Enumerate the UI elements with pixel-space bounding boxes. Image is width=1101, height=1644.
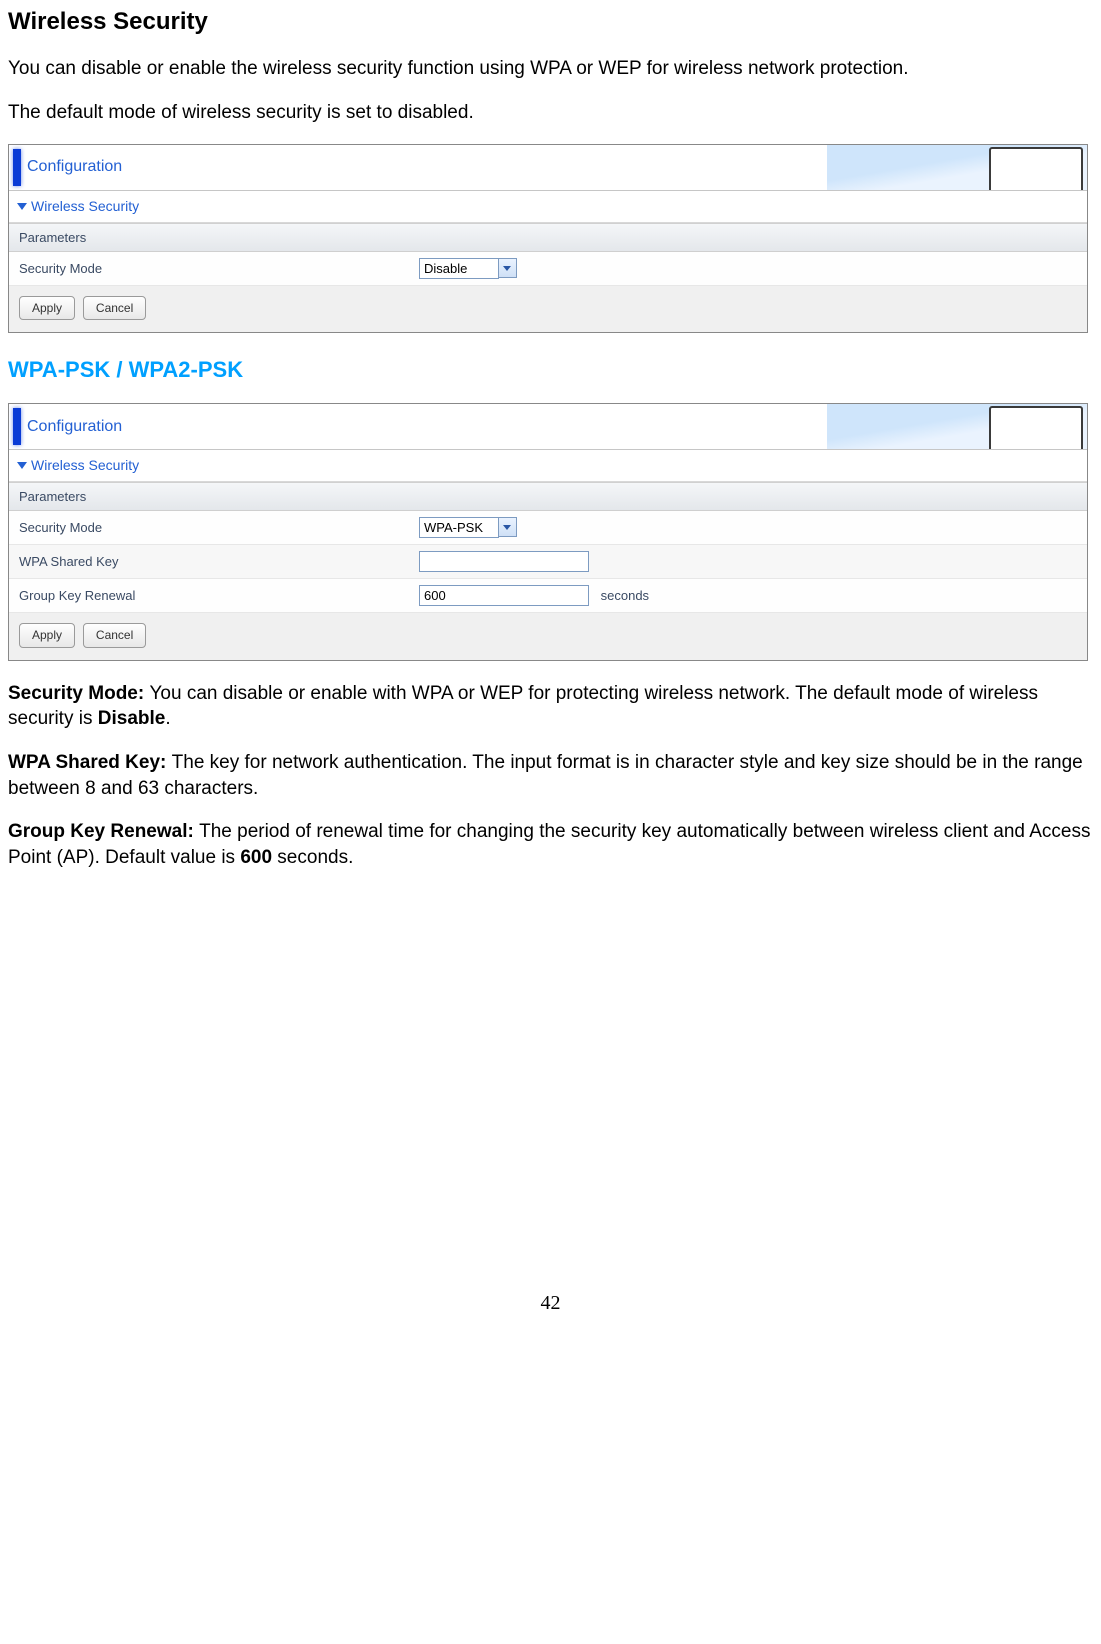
section-header-wireless-security[interactable]: Wireless Security: [9, 450, 1087, 482]
section-title: Wireless Security: [31, 456, 139, 475]
config-panel-wpa: Configuration Wireless Security Paramete…: [8, 403, 1088, 661]
security-mode-label: Security Mode: [9, 511, 409, 545]
wpa-shared-key-term: WPA Shared Key:: [8, 752, 172, 773]
chevron-down-icon[interactable]: [499, 258, 517, 278]
decorative-laptop-art: [827, 404, 1087, 449]
cancel-button[interactable]: Cancel: [83, 296, 146, 320]
security-mode-description: Security Mode: You can disable or enable…: [8, 681, 1093, 732]
group-key-renewal-input[interactable]: [419, 585, 589, 606]
chevron-down-icon[interactable]: [499, 517, 517, 537]
title-accent-bar: [13, 408, 21, 445]
table-row: Group Key Renewal seconds: [9, 579, 1087, 613]
wpa-shared-key-input[interactable]: [419, 551, 589, 572]
subsection-heading-wpa-psk: WPA-PSK / WPA2-PSK: [8, 355, 1093, 385]
page-title: Wireless Security: [8, 6, 1093, 38]
wpa-shared-key-description: WPA Shared Key: The key for network auth…: [8, 750, 1093, 801]
security-mode-term: Security Mode:: [8, 683, 149, 704]
section-title: Wireless Security: [31, 197, 139, 216]
default-value-disable: Disable: [98, 708, 166, 729]
chevron-down-icon: [17, 462, 27, 469]
section-header-wireless-security[interactable]: Wireless Security: [9, 191, 1087, 223]
group-key-renewal-label: Group Key Renewal: [9, 579, 409, 613]
security-mode-cell: [409, 511, 1087, 545]
form-button-row: Apply Cancel: [9, 286, 1087, 332]
parameters-header: Parameters: [9, 223, 1087, 253]
form-button-row: Apply Cancel: [9, 613, 1087, 659]
intro-paragraph-2: The default mode of wireless security is…: [8, 100, 1093, 126]
group-key-unit-label: seconds: [601, 588, 649, 603]
decorative-laptop-art: [827, 145, 1087, 190]
cancel-button[interactable]: Cancel: [83, 623, 146, 647]
group-key-renewal-cell: seconds: [409, 579, 1087, 613]
table-row: Security Mode: [9, 252, 1087, 286]
table-row: Security Mode: [9, 511, 1087, 545]
title-accent-bar: [13, 149, 21, 186]
apply-button[interactable]: Apply: [19, 623, 75, 647]
parameters-header: Parameters: [9, 482, 1087, 512]
intro-paragraph-1: You can disable or enable the wireless s…: [8, 56, 1093, 82]
wpa-shared-key-cell: [409, 545, 1087, 579]
security-mode-label: Security Mode: [9, 252, 409, 286]
security-mode-select[interactable]: [419, 258, 499, 279]
parameters-table: Security Mode: [9, 252, 1087, 286]
group-key-text-2: seconds.: [272, 847, 353, 868]
apply-button[interactable]: Apply: [19, 296, 75, 320]
parameters-table: Security Mode WPA Shared Key Group Key R…: [9, 511, 1087, 613]
panel-titlebar: Configuration: [9, 404, 1087, 450]
group-key-renewal-term: Group Key Renewal:: [8, 821, 199, 842]
config-panel-disable: Configuration Wireless Security Paramete…: [8, 144, 1088, 334]
panel-title: Configuration: [27, 404, 122, 449]
panel-title: Configuration: [27, 145, 122, 190]
wpa-shared-key-label: WPA Shared Key: [9, 545, 409, 579]
security-mode-select[interactable]: [419, 517, 499, 538]
group-key-renewal-description: Group Key Renewal: The period of renewal…: [8, 819, 1093, 870]
chevron-down-icon: [17, 203, 27, 210]
table-row: WPA Shared Key: [9, 545, 1087, 579]
default-value-600: 600: [240, 847, 272, 868]
security-mode-cell: [409, 252, 1087, 286]
panel-titlebar: Configuration: [9, 145, 1087, 191]
page-number: 42: [8, 1290, 1093, 1317]
tail-period: .: [165, 708, 170, 729]
